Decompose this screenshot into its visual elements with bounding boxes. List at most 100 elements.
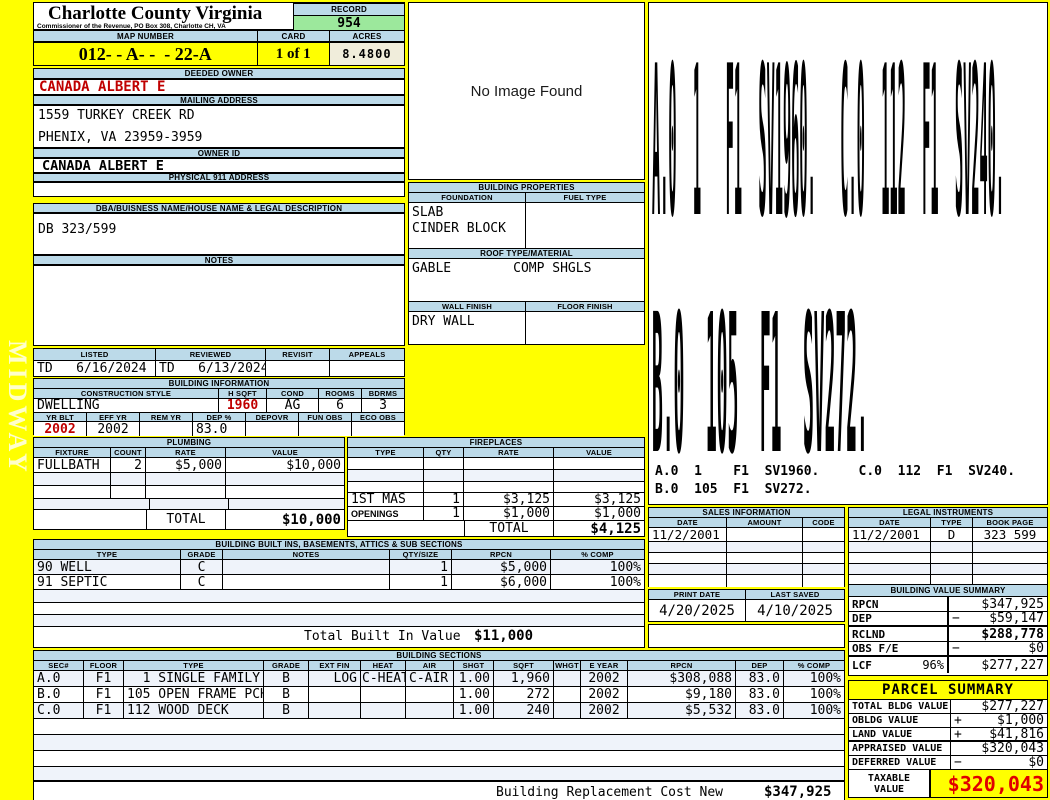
cell	[34, 603, 644, 614]
cell	[727, 542, 803, 552]
psum-op: −	[954, 756, 962, 769]
review-table: LISTED REVIEWED REVISIT APPEALS TD 6/16/…	[33, 348, 405, 377]
fireplaces-table: FIREPLACES TYPE QTY RATE VALUE 1ST MAS 1…	[347, 437, 645, 537]
rooms-value: 6	[319, 399, 362, 412]
hsqft-label: H SQFT	[219, 389, 267, 398]
psum-value: $277,227	[951, 700, 1047, 713]
vsum-label: LCF	[852, 659, 872, 672]
bsec-sec: A.0	[34, 671, 84, 686]
builtins-table: BUILDING BUILT INS, BASEMENTS, ATTICS & …	[33, 539, 645, 648]
taxable-value-amount: $320,043	[931, 770, 1047, 797]
sketch-legend-2: B.0 105 F1 SV272.	[655, 482, 812, 497]
building-properties-table: BUILDING PROPERTIES FOUNDATION FUEL TYPE…	[408, 182, 645, 345]
vsum-value-cell: − $59,147	[949, 612, 1047, 625]
building-info-table: BUILDING INFORMATION CONSTRUCTION STYLE …	[33, 378, 405, 435]
vsum-label: RPCN	[849, 597, 949, 611]
cell	[143, 499, 150, 509]
vsum-label: DEP	[849, 612, 949, 625]
vsum-op: −	[952, 612, 960, 625]
builtin-qty: 1	[390, 575, 452, 589]
revisit-value	[266, 361, 330, 376]
bsec-h-dep: DEP	[736, 661, 784, 670]
fireplaces-total-value: $4,125	[554, 521, 644, 536]
no-image-text: No Image Found	[471, 83, 583, 100]
notes-label: NOTES	[33, 255, 405, 265]
psum-value: $0	[1028, 756, 1044, 769]
cell	[34, 499, 143, 509]
funobs-value	[299, 422, 352, 436]
map-header-row: MAP NUMBER CARD ACRES	[33, 30, 405, 42]
builtin-comp: 100%	[551, 575, 644, 589]
plumbing-total-value: $10,000	[226, 510, 344, 529]
bsec-rpcn: $9,180	[628, 687, 736, 702]
bsec-grade: B	[264, 703, 309, 718]
vsum-lcf-pct: 96%	[922, 658, 944, 672]
builtins-h-grade: GRADE	[181, 550, 223, 559]
fireplace-rate: $3,125	[464, 493, 554, 506]
reviewed-value: TD 6/13/2024	[156, 361, 266, 376]
map-value-row: 012- - A- - - 22-A 1 of 1 8.4800	[33, 42, 405, 66]
cell	[803, 575, 844, 587]
card-value: 1 of 1	[258, 42, 330, 66]
wall-finish-value: DRY WALL	[409, 312, 526, 344]
psum-value-cell: + $41,816	[951, 728, 1047, 740]
legal-type: D	[931, 528, 973, 541]
vsum-op: −	[952, 642, 960, 655]
cell	[424, 458, 464, 469]
plumbing-table: PLUMBING FIXTURE COUNT RATE VALUE FULLBA…	[33, 437, 345, 530]
vsum-value: $288,778	[949, 627, 1047, 641]
psum-value-cell: + $1,000	[951, 714, 1047, 727]
openings-label: OPENINGS	[348, 507, 424, 520]
cell	[34, 751, 844, 766]
cell	[150, 499, 228, 509]
sketch-panel: A.0 1 F1 SV1960. C.0 112 F1 SV240. B.0 1…	[648, 2, 1048, 505]
sales-h-amount: AMOUNT	[727, 518, 803, 527]
cell	[424, 470, 464, 481]
psum-label: OBLDG VALUE	[849, 714, 951, 727]
rooms-label: ROOMS	[319, 389, 362, 398]
plumbing-h-fixture: FIXTURE	[34, 448, 111, 457]
bsec-h-air: AIR	[406, 661, 454, 670]
bsec-floor: F1	[84, 671, 124, 686]
legal-h-type: TYPE	[931, 518, 973, 527]
openings-value: $1,000	[554, 507, 644, 520]
cell	[803, 553, 844, 563]
plumbing-h-value: VALUE	[226, 448, 344, 457]
psum-value: $1,000	[997, 714, 1044, 727]
building-sections-table: BUILDING SECTIONS SEC# FLOOR TYPE GRADE …	[33, 650, 845, 800]
psum-value-cell: − $0	[951, 756, 1047, 769]
empty-panel	[648, 624, 845, 648]
mailing-address-box: 1559 TURKEY CREEK RD PHENIX, VA 23959-39…	[33, 105, 405, 148]
bsec-air	[406, 687, 454, 702]
bsec-type: 112 WOOD DECK	[124, 703, 264, 718]
bsec-eyear: 2002	[581, 687, 628, 702]
plumbing-count: 2	[111, 458, 146, 472]
bsec-dep: 83.0	[736, 703, 784, 718]
mailing-line-2: PHENIX, VA 23959-3959	[38, 130, 400, 145]
bsec-heat	[361, 687, 406, 702]
cell	[34, 473, 111, 485]
value-summary-table: BUILDING VALUE SUMMARY RPCN $347,925 DEP…	[848, 584, 1048, 676]
cond-label: COND	[267, 389, 319, 398]
builtins-total-label: Total Built In Value	[304, 629, 461, 644]
psum-value: $41,816	[989, 728, 1044, 740]
cell	[146, 486, 226, 498]
vsum-value: $347,925	[949, 597, 1047, 611]
owner-id-label: OWNER ID	[33, 148, 405, 158]
wall-finish-label: WALL FINISH	[409, 302, 526, 311]
dep-value: 83.0	[193, 422, 246, 436]
legal-bookpage: 323 599	[973, 528, 1047, 541]
bsec-h-shgt: SHGT	[454, 661, 494, 670]
dba-label: DBA/BUISNESS NAME/HOUSE NAME & LEGAL DES…	[33, 203, 405, 213]
taxable-word-2: VALUE	[874, 784, 904, 795]
bsec-heat: C-HEAT	[361, 671, 406, 686]
photo-placeholder: No Image Found	[408, 2, 645, 180]
plumbing-h-rate: RATE	[146, 448, 226, 457]
floor-finish-value	[526, 312, 644, 344]
builtin-notes	[223, 560, 390, 574]
physical-address-box	[33, 182, 405, 197]
fireplaces-total-label: TOTAL	[464, 521, 554, 536]
listed-label: LISTED	[34, 349, 156, 360]
cell	[348, 458, 424, 469]
cell	[849, 553, 931, 563]
